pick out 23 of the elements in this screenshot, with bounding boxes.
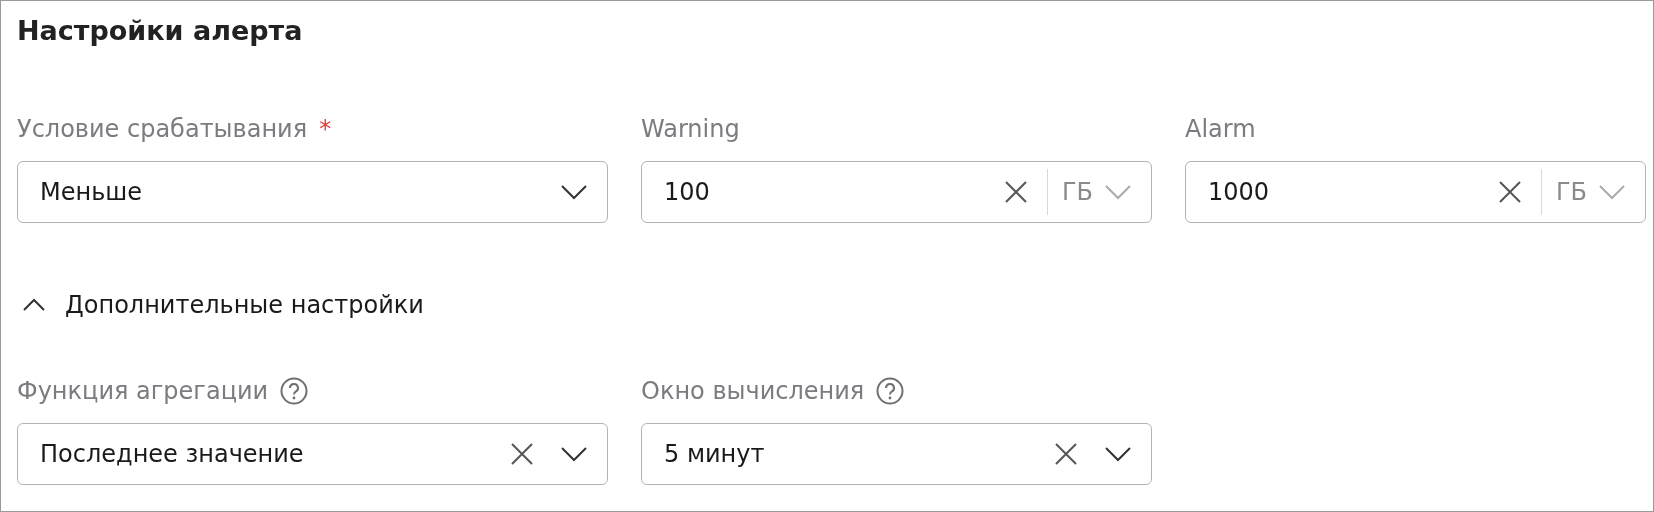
field-label: Функция агрегации bbox=[17, 376, 269, 407]
chevron-down-icon[interactable] bbox=[561, 184, 587, 200]
clear-icon[interactable] bbox=[1004, 181, 1027, 203]
select-field[interactable]: Меньше bbox=[17, 161, 608, 223]
select-field[interactable]: Последнее значение bbox=[17, 423, 608, 485]
clear-icon[interactable] bbox=[511, 443, 533, 465]
advanced-settings-toggle[interactable]: Дополнительные настройки bbox=[65, 289, 424, 321]
field-label: Окно вычисления bbox=[641, 376, 865, 407]
number-field[interactable]: 100 ГБ bbox=[641, 161, 1152, 223]
clear-icon[interactable] bbox=[1498, 181, 1521, 203]
clear-icon[interactable] bbox=[1055, 443, 1077, 465]
number-field[interactable]: 1000 ГБ bbox=[1185, 161, 1646, 223]
chevron-down-icon[interactable] bbox=[561, 446, 587, 462]
select-field[interactable]: 5 минут bbox=[641, 423, 1152, 485]
chevron-up-icon[interactable] bbox=[23, 298, 45, 312]
field-label: Alarm bbox=[1185, 114, 1256, 145]
field-label: Warning bbox=[641, 114, 740, 145]
required-mark: * bbox=[319, 114, 332, 145]
help-icon[interactable] bbox=[280, 377, 309, 405]
help-icon[interactable] bbox=[876, 377, 905, 405]
field-label: Условие срабатывания bbox=[17, 114, 308, 145]
section-title: Настройки алерта bbox=[17, 14, 304, 48]
chevron-down-icon[interactable] bbox=[1105, 446, 1131, 462]
